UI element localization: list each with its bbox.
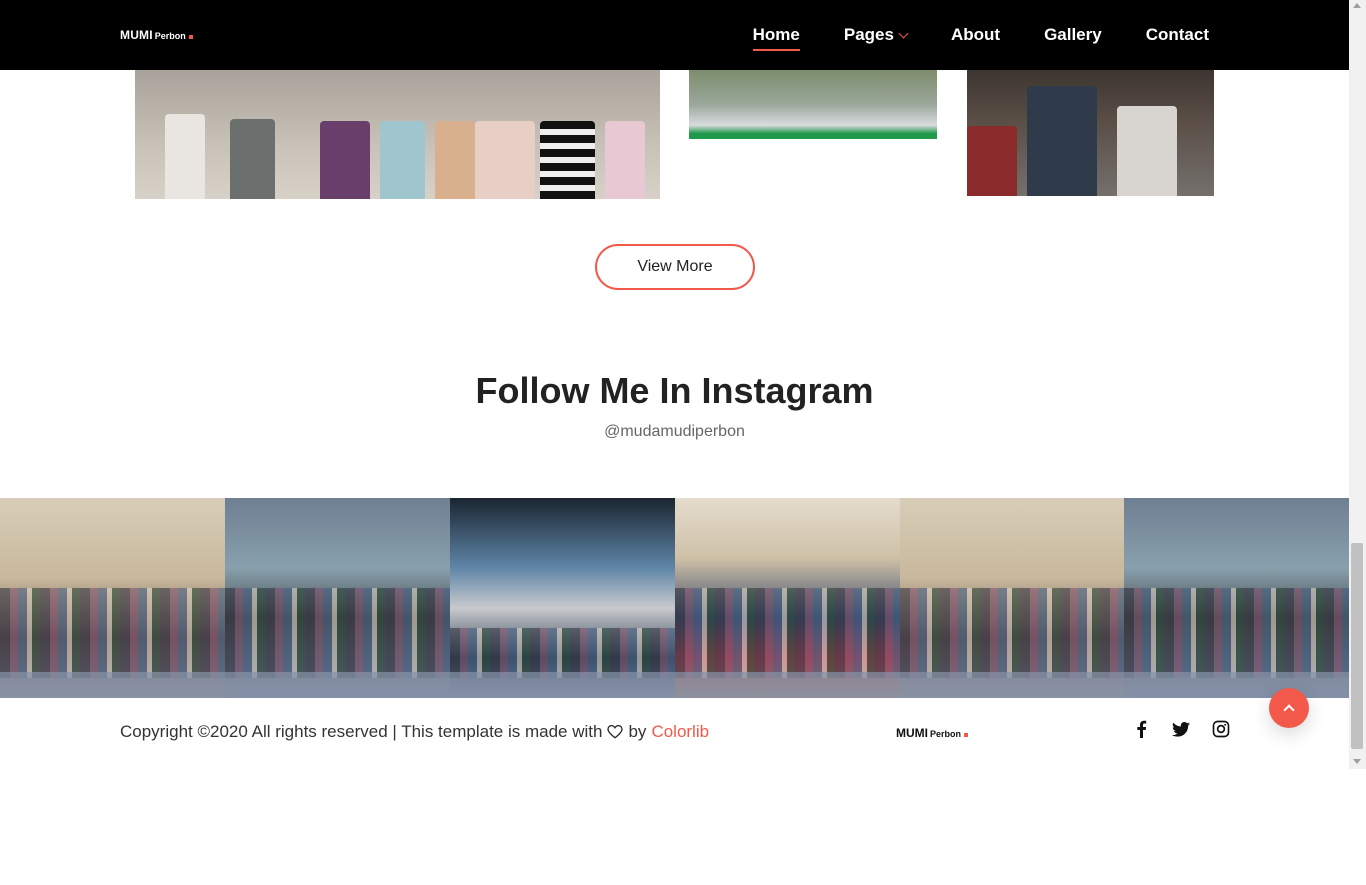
back-to-top-button[interactable]	[1269, 688, 1309, 728]
copyright-text: Copyright ©2020 All rights reserved | Th…	[120, 722, 603, 741]
instagram-photo[interactable]	[0, 498, 225, 698]
nav-about[interactable]: About	[951, 25, 1000, 45]
main-nav: Home Pages About Gallery Contact	[752, 0, 1209, 70]
photo-crowd	[450, 628, 675, 678]
gallery-photo[interactable]	[135, 70, 660, 199]
instagram-photo[interactable]	[675, 498, 900, 698]
photo-figure	[435, 121, 475, 199]
photo-figure	[230, 119, 275, 199]
photo-crowd	[675, 588, 900, 678]
instagram-photo[interactable]	[900, 498, 1124, 698]
photo-floor	[225, 672, 450, 698]
photo-floor	[1124, 672, 1349, 698]
photo-figure	[1027, 86, 1097, 196]
instagram-photo[interactable]	[1124, 498, 1349, 698]
nav-about-label: About	[950, 25, 1001, 44]
photo-floor	[450, 672, 675, 698]
chevron-down-icon	[898, 28, 909, 38]
instagram-title: Follow Me In Instagram	[475, 370, 874, 411]
brand-main: MUMI	[120, 28, 153, 42]
brand-dot	[188, 35, 193, 39]
photo-floor	[900, 672, 1124, 698]
page-scrollbar[interactable]	[1349, 0, 1366, 769]
instagram-photo[interactable]	[450, 498, 675, 698]
nav-gallery[interactable]: Gallery	[1044, 25, 1102, 45]
photo-crowd	[1124, 588, 1349, 678]
instagram-photo[interactable]	[225, 498, 450, 698]
photo-figure	[380, 121, 425, 199]
heart-icon	[607, 725, 624, 739]
twitter-icon[interactable]	[1172, 720, 1190, 738]
nav-home[interactable]: Home	[752, 25, 801, 51]
instagram-handle: @mudamudiperbon	[604, 423, 745, 440]
brand-logo[interactable]: MUMI Perbon	[120, 28, 193, 42]
photo-figure	[320, 121, 370, 199]
photo-floor	[675, 672, 900, 698]
top-navbar: MUMI Perbon Home Pages About Gallery Con…	[0, 0, 1349, 70]
scroll-down-icon[interactable]	[1353, 759, 1361, 764]
footer-brand-logo[interactable]: MUMI Perbon	[896, 726, 969, 740]
nav-contact-label: Contact	[1145, 25, 1209, 44]
facebook-icon[interactable]	[1132, 720, 1150, 738]
colorlib-link[interactable]: Colorlib	[651, 722, 709, 742]
brand-sub: Perbon	[154, 31, 186, 41]
gallery-photo[interactable]	[967, 70, 1214, 196]
photo-figure	[605, 121, 645, 199]
photo-figure	[1117, 106, 1177, 196]
photo-figure	[165, 114, 205, 199]
photo-crowd	[225, 588, 450, 678]
photo-figure	[475, 121, 535, 199]
social-links	[1132, 720, 1230, 738]
instagram-strip	[0, 498, 1349, 698]
footer-copyright: Copyright ©2020 All rights reserved | Th…	[120, 722, 709, 742]
scroll-up-icon[interactable]	[1353, 3, 1361, 8]
gallery-photo[interactable]	[689, 70, 937, 139]
footer-brand-sub: Perbon	[930, 729, 962, 739]
footer-brand-dot	[964, 733, 969, 737]
photo-figure	[540, 121, 595, 199]
scrollbar-thumb[interactable]	[1351, 543, 1363, 749]
nav-gallery-label: Gallery	[1044, 25, 1102, 44]
nav-contact[interactable]: Contact	[1146, 25, 1209, 45]
nav-home-label: Home	[752, 25, 800, 44]
copyright-by: by	[628, 722, 647, 741]
view-more-button[interactable]: View More	[595, 244, 755, 290]
footer-brand-main: MUMI	[896, 726, 928, 740]
photo-floor	[0, 672, 225, 698]
nav-pages-label: Pages	[843, 25, 894, 44]
chevron-up-icon	[1283, 704, 1295, 716]
photo-crowd	[0, 588, 225, 678]
photo-figure	[967, 126, 1017, 196]
instagram-icon[interactable]	[1212, 720, 1230, 738]
photo-crowd	[900, 588, 1124, 678]
nav-pages[interactable]: Pages	[843, 25, 909, 45]
